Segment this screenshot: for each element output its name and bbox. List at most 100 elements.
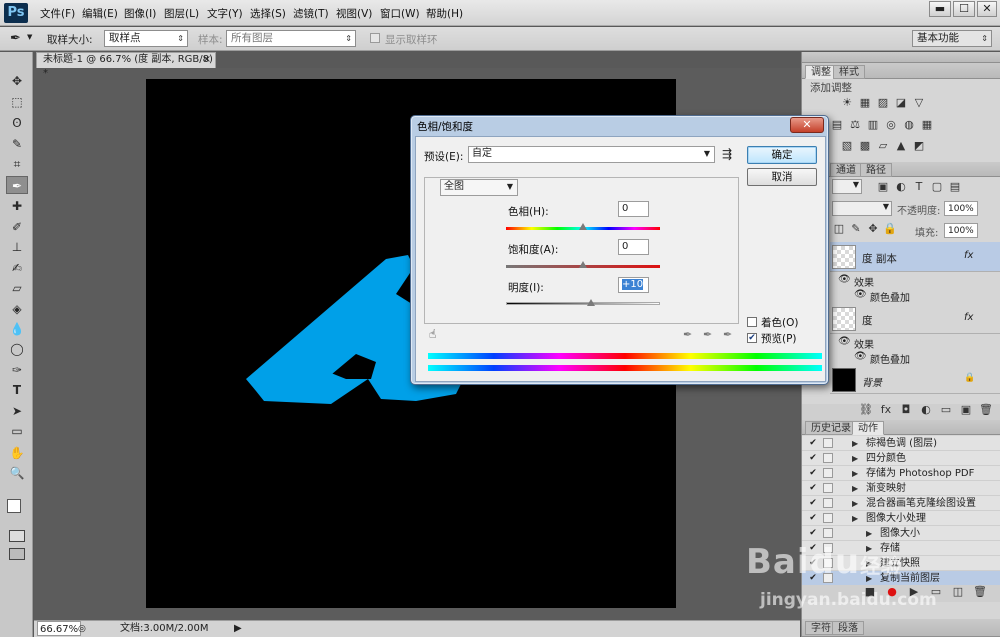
gradient-map-icon[interactable]: ▲: [894, 140, 908, 152]
menu-window[interactable]: 窗口(W): [380, 6, 420, 21]
action-row[interactable]: ✔ ▶ 棕褐色调 (图层): [802, 436, 1000, 451]
pen-icon[interactable]: ✑: [6, 361, 28, 379]
bucket-icon[interactable]: ◈: [6, 300, 28, 318]
eyedropper-tool-icon[interactable]: ✒: [10, 31, 21, 46]
menu-layer[interactable]: 图层(L): [164, 6, 199, 21]
expand-icon[interactable]: ▶: [852, 496, 858, 511]
dodge-icon[interactable]: ◯: [6, 340, 28, 358]
add-style-icon[interactable]: fx: [879, 404, 893, 416]
blend-mode-select[interactable]: ▼: [832, 201, 892, 216]
delete-action-icon[interactable]: 🗑: [973, 586, 987, 598]
path-select-icon[interactable]: ➤: [6, 402, 28, 420]
hue-slider-thumb[interactable]: [579, 223, 587, 230]
eyedropper-minus-icon[interactable]: ✒: [723, 328, 732, 341]
preset-select[interactable]: 自定 ▼: [468, 146, 715, 163]
tab-paragraph[interactable]: 段落: [832, 621, 864, 635]
menu-image[interactable]: 图像(I): [124, 6, 156, 21]
expand-icon[interactable]: ▶: [852, 436, 858, 451]
expand-icon[interactable]: ▶: [866, 526, 872, 541]
check-icon[interactable]: ✔: [808, 438, 818, 448]
vibrance-icon[interactable]: ▽: [912, 97, 926, 109]
lock-brush-icon[interactable]: ✎: [849, 223, 863, 235]
eraser-icon[interactable]: ▱: [6, 279, 28, 297]
tab-paths[interactable]: 路径: [860, 163, 892, 177]
action-row[interactable]: ✔ ▶ 渐变映射: [802, 481, 1000, 496]
colorize-checkbox[interactable]: [747, 317, 757, 327]
layer-effects-row[interactable]: 👁 效果: [830, 273, 1000, 289]
expand-icon[interactable]: ▶: [852, 511, 858, 526]
show-ring-checkbox[interactable]: [370, 33, 380, 43]
fill-field[interactable]: 100%: [944, 223, 978, 238]
adjust-filter-icon[interactable]: ◐: [894, 181, 908, 193]
tab-history[interactable]: 历史记录: [805, 421, 857, 435]
expand-icon[interactable]: ▶: [852, 466, 858, 481]
opacity-field[interactable]: 100%: [944, 201, 978, 216]
photo-filter-icon[interactable]: ◎: [884, 119, 898, 131]
layer-filter-select[interactable]: ▼: [832, 179, 862, 194]
tab-styles[interactable]: 样式: [833, 65, 865, 79]
lightness-field[interactable]: +10: [618, 277, 649, 293]
channel-mixer-icon[interactable]: ◍: [902, 119, 916, 131]
exposure-icon[interactable]: ◪: [894, 97, 908, 109]
document-tab[interactable]: 未标题-1 @ 66.7% (度 副本, RGB/8) * ×: [36, 52, 216, 79]
quick-select-icon[interactable]: ✎: [6, 135, 28, 153]
menu-select[interactable]: 选择(S): [250, 6, 286, 21]
menu-file[interactable]: 文件(F): [40, 6, 75, 21]
eyedropper-icon[interactable]: ✒: [683, 328, 692, 341]
selective-color-icon[interactable]: ◩: [912, 140, 926, 152]
ok-button[interactable]: 确定: [747, 146, 817, 164]
menu-filter[interactable]: 滤镜(T): [293, 6, 329, 21]
sample-size-select[interactable]: 取样点 ⇕: [104, 30, 188, 47]
posterize-icon[interactable]: ▩: [858, 140, 872, 152]
targeted-adjust-hand-icon[interactable]: ☝: [429, 327, 436, 341]
type-icon[interactable]: T: [6, 381, 28, 399]
check-icon[interactable]: ✔: [808, 483, 818, 493]
foreground-color-swatch[interactable]: [7, 499, 21, 513]
color-lookup-icon[interactable]: ▦: [920, 119, 934, 131]
minimize-button[interactable]: ▬: [929, 1, 951, 17]
menu-help[interactable]: 帮助(H): [426, 6, 463, 21]
healing-icon[interactable]: ✚: [6, 197, 28, 215]
maximize-button[interactable]: ☐: [953, 1, 975, 17]
action-row[interactable]: ✔ ▶ 图像大小处理: [802, 511, 1000, 526]
expand-icon[interactable]: ▶: [852, 451, 858, 466]
tab-actions[interactable]: 动作: [852, 421, 884, 435]
new-adjustment-icon[interactable]: ◐: [919, 404, 933, 416]
menu-view[interactable]: 视图(V): [336, 6, 372, 21]
action-row[interactable]: ✔ ▶ 图像大小: [802, 526, 1000, 541]
close-tab-icon[interactable]: ×: [203, 53, 211, 67]
check-icon[interactable]: ✔: [808, 528, 818, 538]
stamp-icon[interactable]: ⊥: [6, 238, 28, 256]
dialog-toggle-box[interactable]: [823, 498, 833, 508]
check-icon[interactable]: ✔: [808, 468, 818, 478]
shape-filter-icon[interactable]: ▢: [930, 181, 944, 193]
dialog-toggle-box[interactable]: [823, 453, 833, 463]
preview-checkbox[interactable]: ✔: [747, 333, 757, 343]
workspace-select[interactable]: 基本功能 ⇕: [912, 30, 992, 47]
dialog-toggle-box[interactable]: [823, 483, 833, 493]
layer-row-background[interactable]: 背景 🔒: [830, 366, 1000, 394]
layer-row-copy[interactable]: 度 副本 fx: [830, 242, 1000, 272]
curves-icon[interactable]: ▨: [876, 97, 890, 109]
black-white-icon[interactable]: ▥: [866, 119, 880, 131]
new-group-icon[interactable]: ▭: [939, 404, 953, 416]
shape-icon[interactable]: ▭: [6, 422, 28, 440]
saturation-slider-thumb[interactable]: [579, 261, 587, 268]
invert-icon[interactable]: ▧: [840, 140, 854, 152]
check-icon[interactable]: ✔: [808, 513, 818, 523]
quick-mask-icon[interactable]: [9, 530, 25, 542]
check-icon[interactable]: ✔: [808, 498, 818, 508]
image-filter-icon[interactable]: ▣: [876, 181, 890, 193]
hue-sat-icon[interactable]: ▤: [830, 119, 844, 131]
lightness-slider-thumb[interactable]: [587, 299, 595, 306]
color-balance-icon[interactable]: ⚖: [848, 119, 862, 131]
dialog-toggle-box[interactable]: [823, 528, 833, 538]
menu-type[interactable]: 文字(Y): [207, 6, 243, 21]
lock-pixels-icon[interactable]: ◫: [832, 223, 846, 235]
cancel-button[interactable]: 取消: [747, 168, 817, 186]
check-icon[interactable]: ✔: [808, 453, 818, 463]
crop-icon[interactable]: ⌗: [6, 155, 28, 173]
expand-icon[interactable]: ▶: [852, 481, 858, 496]
dialog-toggle-box[interactable]: [823, 468, 833, 478]
zoom-icon[interactable]: 🔍: [6, 464, 28, 482]
